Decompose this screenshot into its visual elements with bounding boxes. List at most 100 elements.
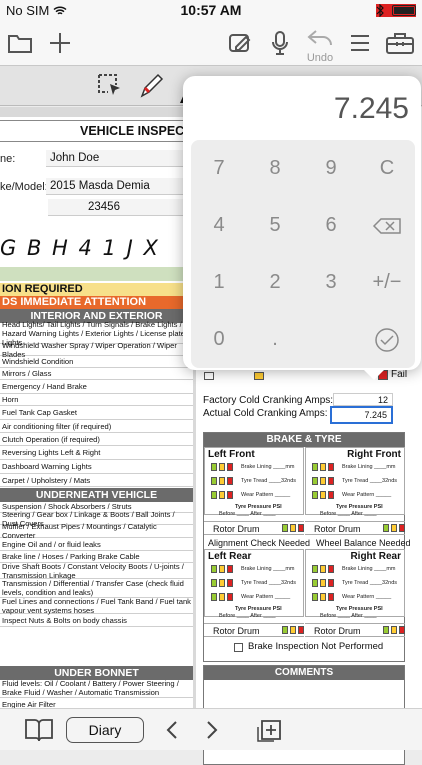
condition-checkbox[interactable]: [320, 491, 326, 499]
condition-checkbox[interactable]: [211, 477, 217, 485]
condition-checkbox[interactable]: [211, 579, 217, 587]
checklist-row[interactable]: Transmission / Differential / Transfer C…: [0, 579, 193, 598]
condition-checkbox[interactable]: [312, 477, 318, 485]
checklist-row[interactable]: Muffler / Exhaust Pipes / Mountings / Ca…: [0, 522, 193, 540]
checklist-row[interactable]: Mirrors / Glass: [0, 368, 193, 380]
key-3[interactable]: 3: [303, 254, 359, 311]
key-2[interactable]: 2: [247, 254, 303, 311]
rotor-drum-right-front[interactable]: Rotor Drum: [305, 521, 405, 535]
key-plus-minus[interactable]: +/−: [359, 254, 415, 311]
condition-checkbox[interactable]: [227, 565, 233, 573]
condition-checkbox[interactable]: [227, 579, 233, 587]
key-4[interactable]: 4: [191, 197, 247, 254]
checklist-row[interactable]: Windshield Condition: [0, 356, 193, 368]
rotor-drum-left-rear[interactable]: Rotor Drum: [204, 623, 304, 637]
condition-checkbox[interactable]: [211, 463, 217, 471]
undo-button[interactable]: Undo: [302, 26, 338, 64]
checklist-row[interactable]: Inspect Nuts & Bolts on body chassis: [0, 614, 193, 627]
condition-checkbox[interactable]: [320, 579, 326, 587]
key-decimal[interactable]: .: [247, 311, 303, 368]
actual-cca-field[interactable]: 7.245: [330, 406, 393, 424]
key-clear[interactable]: C: [359, 140, 415, 197]
book-icon[interactable]: [24, 717, 54, 743]
condition-checkbox[interactable]: [211, 593, 217, 601]
condition-checkbox[interactable]: [320, 565, 326, 573]
condition-checkbox[interactable]: [219, 579, 225, 587]
condition-checkbox[interactable]: [312, 579, 318, 587]
key-1[interactable]: 1: [191, 254, 247, 311]
condition-checkbox[interactable]: [328, 491, 334, 499]
condition-checkbox[interactable]: [227, 593, 233, 601]
condition-checkbox[interactable]: [328, 463, 334, 471]
name-field[interactable]: John Doe: [46, 150, 184, 167]
condition-checkbox[interactable]: [320, 593, 326, 601]
checklist-row[interactable]: Fluid levels: Oil / Coolant / Battery / …: [0, 679, 193, 698]
microphone-button[interactable]: [268, 26, 292, 60]
pen-tool-icon[interactable]: [138, 72, 164, 100]
condition-checkbox[interactable]: [219, 593, 225, 601]
condition-checkbox[interactable]: [227, 477, 233, 485]
key-9[interactable]: 9: [303, 140, 359, 197]
chevron-left-icon[interactable]: [166, 720, 178, 740]
condition-checkbox[interactable]: [328, 477, 334, 485]
menu-button[interactable]: [348, 26, 372, 60]
key-0[interactable]: 0: [191, 311, 247, 368]
toolbox-button[interactable]: [384, 26, 416, 60]
condition-checkbox[interactable]: [219, 491, 225, 499]
condition-checkbox[interactable]: [227, 491, 233, 499]
checklist-row[interactable]: Windshield Washer Spray / Wiper Operatio…: [0, 341, 193, 359]
pass-checkbox[interactable]: [204, 372, 214, 380]
checklist-row[interactable]: Carpet / Upholstery / Mats: [0, 474, 193, 487]
condition-checkbox[interactable]: [328, 593, 334, 601]
make-model-field[interactable]: 2015 Masda Demia: [46, 178, 184, 195]
backspace-key[interactable]: [359, 197, 415, 254]
condition-checkbox[interactable]: [312, 463, 318, 471]
condition-checkbox[interactable]: [227, 463, 233, 471]
lasso-select-icon[interactable]: [96, 72, 124, 100]
checklist-row[interactable]: Air conditioning filter (if required): [0, 420, 193, 433]
folder-button[interactable]: [6, 26, 34, 60]
checklist-row[interactable]: Emergency / Hand Brake: [0, 380, 193, 394]
add-page-icon[interactable]: [256, 717, 284, 743]
key-6[interactable]: 6: [303, 197, 359, 254]
condition-checkbox[interactable]: [312, 565, 318, 573]
condition-checkbox[interactable]: [211, 565, 217, 573]
condition-checkbox[interactable]: [211, 491, 217, 499]
key-8[interactable]: 8: [247, 140, 303, 197]
rotor-drum-right-rear[interactable]: Rotor Drum: [305, 623, 405, 637]
actual-cca-label: Actual Cold Cranking Amps:: [203, 408, 328, 419]
chevron-right-icon[interactable]: [206, 720, 218, 740]
condition-checkbox[interactable]: [328, 565, 334, 573]
checklist-row[interactable]: Dashboard Warning Lights: [0, 460, 193, 474]
attention-checkbox[interactable]: [254, 372, 264, 380]
alignment-check-label[interactable]: Alignment Check Needed: [208, 537, 310, 549]
condition-checkbox[interactable]: [219, 477, 225, 485]
edit-photo-button[interactable]: [226, 26, 254, 60]
wheel-balance-label[interactable]: Wheel Balance Needed: [316, 537, 411, 549]
diary-button[interactable]: Diary: [66, 717, 144, 743]
checklist-row[interactable]: Clutch Operation (if required): [0, 433, 193, 446]
checklist-row[interactable]: Fuel Tank Cap Gasket: [0, 406, 193, 420]
condition-checkbox[interactable]: [312, 593, 318, 601]
checklist-row[interactable]: Reversing Lights Left & Right: [0, 446, 193, 460]
key-5[interactable]: 5: [247, 197, 303, 254]
checklist-row[interactable]: Horn: [0, 394, 193, 406]
key-7[interactable]: 7: [191, 140, 247, 197]
add-button[interactable]: [46, 26, 74, 60]
checklist-row[interactable]: Fuel Lines and connections / Fuel Tank B…: [0, 597, 193, 615]
factory-cca-field[interactable]: 12: [333, 393, 393, 406]
condition-checkbox[interactable]: [328, 579, 334, 587]
checklist-row[interactable]: Drive Shaft Boots / Constant Velocity Bo…: [0, 562, 193, 580]
checklist-item-label: Clutch Operation (if required): [2, 434, 100, 444]
calculator-display: 7.245: [333, 92, 409, 125]
not-performed-checkbox[interactable]: [234, 643, 243, 652]
condition-checkbox[interactable]: [320, 463, 326, 471]
checklist-row[interactable]: Engine Oil and / or fluid leaks: [0, 538, 193, 551]
confirm-key[interactable]: [359, 311, 415, 368]
condition-checkbox[interactable]: [312, 491, 318, 499]
rotor-drum-left-front[interactable]: Rotor Drum: [204, 521, 304, 535]
condition-checkbox[interactable]: [219, 565, 225, 573]
condition-checkbox[interactable]: [219, 463, 225, 471]
odometer-field[interactable]: 23456: [48, 199, 184, 216]
condition-checkbox[interactable]: [320, 477, 326, 485]
